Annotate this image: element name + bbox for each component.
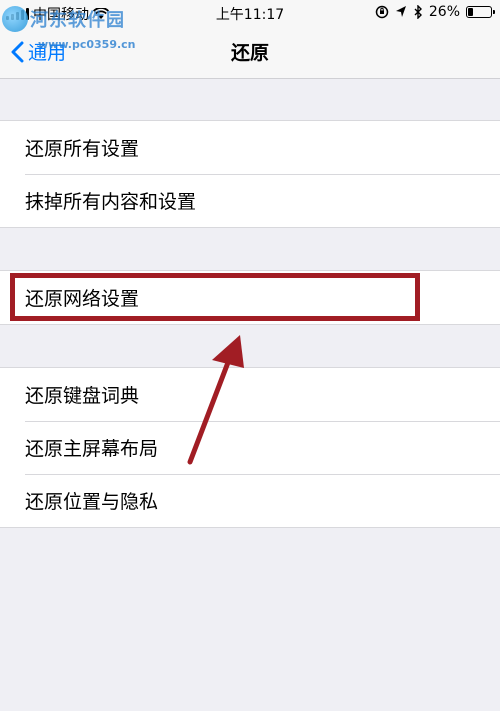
row-label: 还原键盘词典 (25, 385, 140, 407)
row-label: 还原主屏幕布局 (25, 438, 159, 460)
location-icon (395, 6, 406, 17)
battery-level-fill (468, 8, 473, 16)
settings-group-1: 还原所有设置 抹掉所有内容和设置 (0, 120, 500, 228)
erase-all-content-row[interactable]: 抹掉所有内容和设置 (0, 174, 500, 227)
settings-group-2: 还原网络设置 (0, 270, 500, 325)
reset-location-privacy-row[interactable]: 还原位置与隐私 (0, 474, 500, 527)
reset-home-screen-layout-row[interactable]: 还原主屏幕布局 (0, 421, 500, 474)
row-label: 抹掉所有内容和设置 (25, 191, 197, 213)
row-label: 还原位置与隐私 (25, 491, 159, 513)
reset-all-settings-row[interactable]: 还原所有设置 (0, 121, 500, 174)
row-label: 还原所有设置 (25, 138, 140, 160)
bluetooth-icon (414, 5, 422, 19)
annotation-arrow-icon (187, 335, 244, 465)
settings-group-3: 还原键盘词典 还原主屏幕布局 还原位置与隐私 (0, 367, 500, 528)
page-title: 还原 (230, 42, 269, 64)
row-label: 还原网络设置 (25, 288, 140, 310)
reset-keyboard-dictionary-row[interactable]: 还原键盘词典 (0, 368, 500, 421)
battery-percent: 26% (428, 4, 460, 20)
rotation-lock-icon (375, 5, 389, 19)
navigation-bar: 通用 还原 (0, 26, 500, 79)
reset-network-settings-row[interactable]: 还原网络设置 (0, 271, 500, 324)
battery-icon (466, 6, 495, 18)
status-right: 26% (375, 4, 495, 20)
status-bar: 中国移动 上午11:17 26% (0, 0, 500, 26)
